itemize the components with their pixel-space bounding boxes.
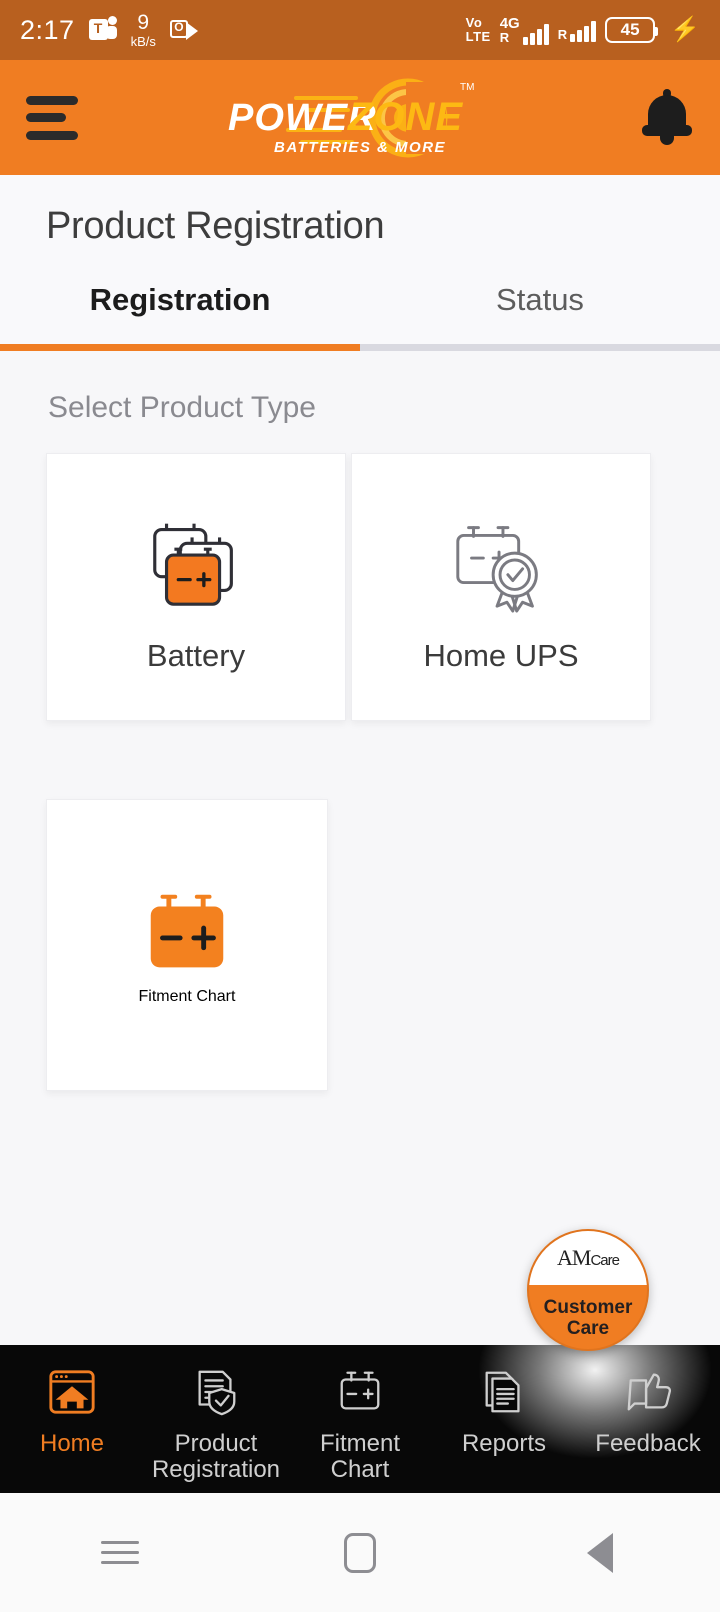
app-bar: POWER ZONE BATTERIES & MORE TM [0, 60, 720, 175]
tab-status[interactable]: Status [360, 270, 720, 344]
system-back-button[interactable] [540, 1532, 660, 1573]
signal-bars-sim1 [522, 21, 549, 45]
home-square-icon [344, 1532, 376, 1573]
nav-label-line-2: Registration [151, 1455, 281, 1483]
nav-item-fitment-chart[interactable]: Fitment Chart [288, 1345, 432, 1483]
amcare-logo-a: A [557, 1245, 573, 1270]
recents-icon [101, 1541, 139, 1564]
status-time: 2:17 [20, 14, 75, 45]
back-triangle-icon [587, 1532, 613, 1573]
lightning-bolt-icon: ⚡ [670, 16, 700, 43]
fitment-chart-card-row: Fitment Chart [0, 721, 720, 1091]
customer-care-line-1: Customer [543, 1296, 633, 1318]
customer-care-fab[interactable]: AMCare Customer Care [527, 1229, 649, 1351]
amcare-logo-m: M [571, 1245, 592, 1270]
volte-line-1: Vo [465, 15, 483, 31]
battery-outline-icon [335, 1361, 385, 1423]
nav-item-reports-label: Reports [461, 1430, 547, 1457]
product-card-home-ups-label: Home UPS [423, 638, 579, 673]
battery-level-label: 45 [620, 20, 640, 39]
system-recents-button[interactable] [60, 1541, 180, 1564]
product-card-battery[interactable]: Battery [46, 453, 346, 721]
status-bar: 2:17 9 kB/s Vo LTE 4G R R 45 [0, 0, 720, 60]
powerzone-logo-svg: POWER ZONE BATTERIES & MORE TM [228, 78, 474, 157]
tab-registration[interactable]: Registration [0, 270, 360, 344]
nav-item-product-registration[interactable]: Product Registration [144, 1345, 288, 1483]
product-card-battery-label: Battery [146, 638, 246, 673]
product-card-fitment-chart-label: Fitment Chart [138, 987, 236, 1005]
network-type-label: 4G [499, 14, 520, 32]
stacked-batteries-icon [137, 500, 255, 620]
nav-label-line-2: Chart [330, 1455, 390, 1483]
amcare-logo-care: Care [590, 1252, 619, 1269]
nav-item-home[interactable]: Home [0, 1345, 144, 1457]
network-speed-unit: kB/s [130, 34, 156, 49]
document-shield-icon [191, 1361, 241, 1423]
network-speed-value: 9 [137, 11, 150, 34]
page-header: Product Registration Registration Status [0, 175, 720, 351]
report-document-icon [479, 1361, 529, 1423]
tab-bar: Registration Status [0, 270, 720, 344]
svg-text:BATTERIES & MORE: BATTERIES & MORE [274, 139, 446, 156]
main-content: Select Product Type Battery Home UPS Fit… [0, 351, 720, 1346]
bottom-navigation-bar: Home Product Registration Fitment Chart … [0, 1345, 720, 1493]
home-window-icon [47, 1361, 97, 1423]
outlook-icon [169, 18, 198, 42]
volte-line-2: LTE [465, 29, 491, 44]
bell-icon[interactable] [640, 88, 694, 147]
product-card-home-ups[interactable]: Home UPS [351, 453, 651, 721]
nav-label-line-1: Fitment [319, 1430, 400, 1457]
nav-item-feedback[interactable]: Feedback [576, 1345, 720, 1457]
nav-item-fitment-chart-label: Fitment Chart [320, 1431, 400, 1483]
volte-icon: Vo LTE [466, 16, 491, 43]
system-home-button[interactable] [300, 1532, 420, 1573]
customer-care-line-2: Care [566, 1318, 610, 1339]
nav-item-reports[interactable]: Reports [432, 1345, 576, 1457]
signal-bars-sim2 [570, 18, 597, 42]
battery-indicator: 45 [605, 17, 659, 43]
section-label-product-type: Select Product Type [48, 391, 316, 424]
product-type-card-row: Battery Home UPS [0, 453, 720, 721]
svg-text:TM: TM [460, 82, 474, 93]
nav-item-feedback-label: Feedback [595, 1430, 701, 1457]
battery-certificate-icon [442, 500, 560, 620]
network-speed-indicator: 9 kB/s [131, 12, 156, 48]
hamburger-menu-icon[interactable] [26, 95, 78, 140]
product-card-fitment-chart[interactable]: Fitment Chart [46, 799, 328, 1091]
nav-label-line-1: Product [174, 1430, 258, 1457]
sim1-roaming-label: R [499, 29, 510, 45]
tab-indicator-track [0, 344, 720, 351]
thumbs-up-icon [623, 1361, 673, 1423]
system-navigation-bar [0, 1493, 720, 1612]
status-bar-right: Vo LTE 4G R R 45 ⚡ [466, 16, 700, 45]
signal-indicator-sim1: 4G R [500, 16, 549, 45]
tab-inactive-track [360, 344, 720, 351]
page-title: Product Registration [46, 205, 385, 247]
signal-indicator-sim2: R [557, 18, 597, 42]
amcare-logo-text: AMCare [557, 1245, 620, 1271]
sim2-roaming-label: R [557, 27, 568, 42]
teams-icon [88, 16, 117, 44]
powerzone-logo: POWER ZONE BATTERIES & MORE TM [210, 68, 510, 168]
nav-item-product-registration-label: Product Registration [152, 1431, 280, 1483]
orange-battery-icon [133, 885, 241, 988]
svg-text:ZONE: ZONE [347, 95, 463, 139]
tab-active-indicator [0, 344, 360, 351]
nav-item-home-label: Home [39, 1430, 105, 1457]
status-bar-left: 2:17 9 kB/s [20, 12, 466, 48]
